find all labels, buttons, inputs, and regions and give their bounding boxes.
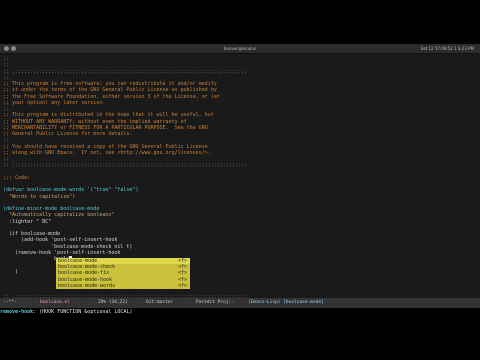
completion-label: boolcase-mode <box>58 258 98 264</box>
completion-label: boolcase-mode-words <box>58 282 116 289</box>
completion-item[interactable]: boolcase-mode-words <f> <box>56 282 190 289</box>
screen: beaver@loculus Sat 12 57:09:52 1 S:23 PM… <box>0 0 480 360</box>
modeline-major-mode[interactable]: (Emacs-Lisp) [boolcase-mode] <box>248 298 324 308</box>
eldoc-signature: : (HOOK FUNCTION &optional LOCAL) <box>33 309 133 315</box>
modeline-buffer-name[interactable]: boolcase.el <box>40 298 70 308</box>
modeline-minor-modes: Paredit Proj:- <box>196 300 234 305</box>
echo-area: remove-hook: (HOOK FUNCTION &optional LO… <box>0 308 480 316</box>
completion-popup: boolcase-mode <f> boolcase-mode-check <f> bo… <box>56 258 190 289</box>
completion-label: boolcase-mode-fix <box>58 270 110 277</box>
clock: Sat 12 57:09:52 1 S:23 PM <box>420 46 474 51</box>
window-title: beaver@loculus <box>224 46 256 51</box>
modeline-position: 29% (34,22) <box>98 300 128 305</box>
modeline-status: -:**- <box>3 300 17 305</box>
completion-annotation: <f> <box>177 282 187 289</box>
modeline-branch[interactable]: Git:master <box>146 298 173 308</box>
completion-label: boolcase-mode-hook <box>58 276 113 283</box>
window-titlebar: beaver@loculus Sat 12 57:09:52 1 S:23 PM <box>0 44 480 54</box>
completion-label: boolcase-mode-check <box>58 264 116 271</box>
mode-line: -:**- boolcase.el 29% (34,22) Git:master… <box>0 298 480 308</box>
eldoc-function: remove-hook <box>0 309 34 315</box>
